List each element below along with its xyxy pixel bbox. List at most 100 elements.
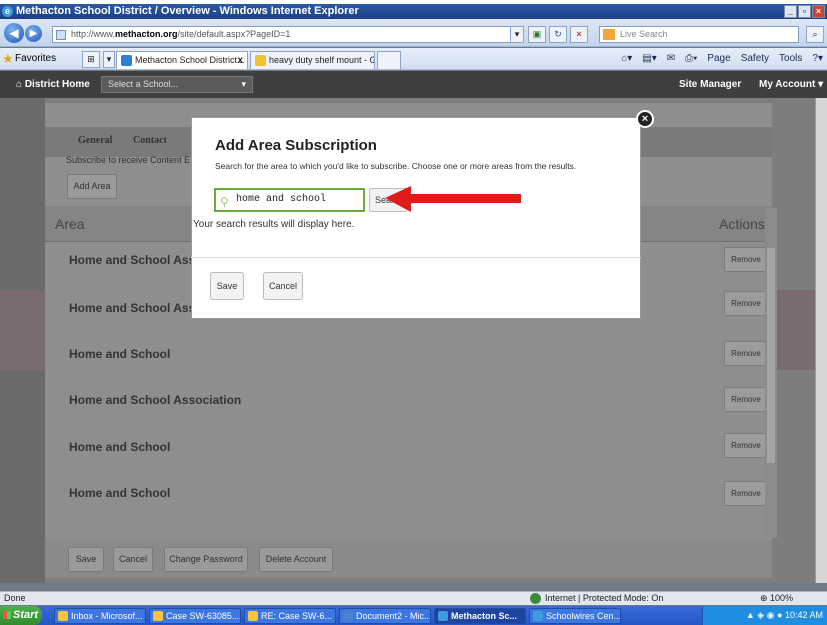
modal-instructions: Search for the area to which you'd like … xyxy=(215,161,577,171)
subscription-row-title: Home and School xyxy=(69,440,171,454)
favorites-star-icon[interactable]: ★ xyxy=(2,51,14,67)
start-button[interactable]: Start xyxy=(0,606,42,625)
favorites-label[interactable]: Favorites xyxy=(15,53,56,64)
select-school-dropdown[interactable]: Select a School... ▾ xyxy=(101,76,253,93)
modal-save-button[interactable]: Save xyxy=(210,272,244,300)
remove-button[interactable]: Remove xyxy=(724,341,768,366)
window-titlebar: e Methacton School District / Overview -… xyxy=(0,4,827,19)
subscribe-text: Subscribe to receive Content E... xyxy=(66,155,198,165)
zoom-level[interactable]: ⊕ 100% xyxy=(760,592,793,605)
red-arrow-icon xyxy=(385,186,521,212)
cancel-account-button[interactable]: Cancel xyxy=(113,547,153,572)
address-dropdown-icon[interactable]: ▾ xyxy=(510,26,524,43)
modal-divider xyxy=(191,257,641,258)
remove-button[interactable]: Remove xyxy=(724,247,768,272)
tab-general[interactable]: General xyxy=(78,135,112,146)
subscription-row-title: Home and School xyxy=(69,347,171,361)
page-scrollbar[interactable] xyxy=(815,98,827,583)
globe-icon xyxy=(530,593,541,604)
windows-flag-icon xyxy=(3,611,11,619)
remove-button[interactable]: Remove xyxy=(724,433,768,458)
ie-page-icon xyxy=(121,55,132,66)
minimize-icon[interactable]: _ xyxy=(784,5,797,18)
house-icon: ⌂ xyxy=(16,79,23,90)
chevron-down-icon: ▾ xyxy=(241,79,246,89)
security-zone: Internet | Protected Mode: On xyxy=(530,592,663,605)
taskbar-item[interactable]: RE: Case SW-6... xyxy=(244,608,336,624)
results-message: Your search results will display here. xyxy=(193,219,355,230)
forward-button[interactable]: ▶ xyxy=(25,25,42,42)
area-column-header: Area xyxy=(55,216,85,232)
site-manager-link[interactable]: Site Manager xyxy=(679,79,741,90)
delete-account-button[interactable]: Delete Account xyxy=(259,547,333,572)
subscription-row-title: Home and School Ass xyxy=(69,253,196,267)
stop-icon[interactable]: × xyxy=(570,26,588,43)
remove-button[interactable]: Remove xyxy=(724,481,768,506)
tab-contact[interactable]: Contact xyxy=(133,135,167,146)
taskbar-item[interactable]: Inbox - Microsof... xyxy=(54,608,146,624)
ie-icon xyxy=(533,611,543,621)
outlook-icon xyxy=(153,611,163,621)
zoom-icon: ⊕ xyxy=(760,593,771,603)
area-search-input[interactable]: ⚲ home and school xyxy=(214,188,365,212)
district-home-link[interactable]: ⌂ District Home xyxy=(16,79,90,90)
account-footer xyxy=(45,540,772,578)
tab-methacton[interactable]: Methacton School District... x xyxy=(116,51,248,69)
feeds-icon[interactable]: ▤▾ xyxy=(642,53,656,64)
tab-list-dropdown-icon[interactable]: ▾ xyxy=(103,51,115,68)
window-controls: _ ▫ × xyxy=(784,5,825,18)
modal-title: Add Area Subscription xyxy=(215,137,377,154)
back-button[interactable]: ◀ xyxy=(4,23,24,43)
subscription-row-title: Home and School Association xyxy=(69,393,242,407)
live-search-logo-icon xyxy=(603,29,615,40)
subscription-row-title: Home and School xyxy=(69,486,171,500)
save-account-button[interactable]: Save xyxy=(68,547,104,572)
compat-view-icon[interactable]: ▣ xyxy=(528,26,546,43)
close-window-icon[interactable]: × xyxy=(812,5,825,18)
page-menu[interactable]: Page xyxy=(707,53,730,64)
home-icon[interactable]: ⌂▾ xyxy=(621,53,632,64)
maximize-icon[interactable]: ▫ xyxy=(798,5,811,18)
taskbar-item-active[interactable]: Methacton Sc... xyxy=(434,608,526,624)
tab-close-icon[interactable]: x xyxy=(237,52,243,69)
caret-down-icon: ▾ xyxy=(818,79,824,90)
help-icon[interactable]: ?▾ xyxy=(812,53,823,64)
live-search-input[interactable]: Live Search xyxy=(599,26,799,43)
quick-tabs-icon[interactable]: ⊞ xyxy=(82,51,100,68)
status-text: Done xyxy=(4,593,26,603)
email-icon xyxy=(248,611,258,621)
grid-scrollbar-thumb[interactable] xyxy=(767,248,775,463)
tools-menu[interactable]: Tools xyxy=(779,53,802,64)
google-page-icon xyxy=(255,55,266,66)
window-title: Methacton School District / Overview - W… xyxy=(16,5,359,17)
status-bar: Done Internet | Protected Mode: On ⊕ 100… xyxy=(0,591,827,605)
remove-button[interactable]: Remove xyxy=(724,387,768,412)
ie-logo-icon: e xyxy=(2,6,13,17)
system-tray: ▲ ◈ ◉ ● 10:42 AM xyxy=(702,606,827,625)
tray-icons[interactable]: ▲ ◈ ◉ ● xyxy=(746,610,785,620)
taskbar-item[interactable]: Document2 - Mic... xyxy=(339,608,431,624)
tab-google-search[interactable]: heavy duty shelf mount - Go... xyxy=(250,51,375,69)
word-icon xyxy=(343,611,353,621)
clock: 10:42 AM xyxy=(784,610,823,620)
search-icon[interactable]: ⌕ xyxy=(806,26,824,43)
address-input[interactable]: http://www.methacton.org/site/default.as… xyxy=(52,26,522,43)
taskbar-item[interactable]: Schoolwires Cen... xyxy=(529,608,621,624)
refresh-icon[interactable]: ↻ xyxy=(549,26,567,43)
change-password-button[interactable]: Change Password xyxy=(164,547,248,572)
actions-column-header: Actions xyxy=(719,216,765,232)
taskbar-item[interactable]: Case SW-63085... xyxy=(149,608,241,624)
modal-close-icon[interactable]: × xyxy=(636,110,654,128)
grid-scrollbar[interactable] xyxy=(765,208,777,538)
mail-icon[interactable]: ✉ xyxy=(667,53,675,64)
my-account-menu[interactable]: My Account ▾ xyxy=(759,79,823,90)
print-icon[interactable]: ⎙▾ xyxy=(685,53,697,64)
add-area-button[interactable]: Add Area xyxy=(67,174,117,199)
remove-button[interactable]: Remove xyxy=(724,291,768,316)
modal-cancel-button[interactable]: Cancel xyxy=(263,272,303,300)
command-bar: ⌂▾ ▤▾ ✉ ⎙▾ Page Safety Tools ?▾ xyxy=(621,53,823,64)
outlook-icon xyxy=(58,611,68,621)
safety-menu[interactable]: Safety xyxy=(741,53,769,64)
subscription-row-title: Home and School Ass xyxy=(69,301,196,315)
new-tab-button[interactable] xyxy=(377,51,401,69)
